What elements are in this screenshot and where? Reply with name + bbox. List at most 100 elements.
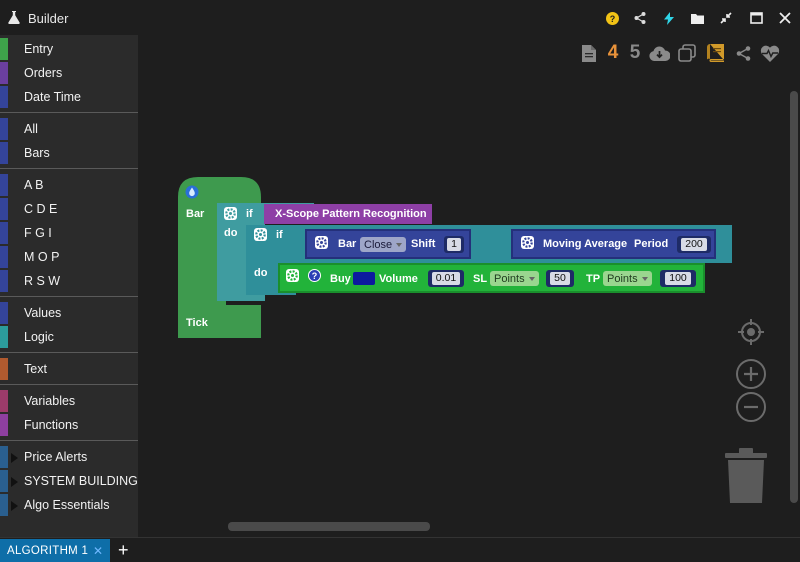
category-label: Algo Essentials xyxy=(24,498,110,512)
category-color-bar xyxy=(0,494,8,516)
close-tab-icon[interactable]: ✕ xyxy=(93,544,103,558)
block-workspace[interactable]: 4 5 Bar Tick if do X-Scope Pattern Recog… xyxy=(138,35,800,537)
category-f-g-i[interactable]: F G I xyxy=(0,221,138,245)
expand-arrow-icon[interactable] xyxy=(11,501,18,511)
color-swatch[interactable] xyxy=(353,272,375,285)
svg-text:?: ? xyxy=(312,271,318,281)
category-label: Date Time xyxy=(24,90,81,104)
period-input[interactable]: 200 xyxy=(677,236,711,253)
maximize-icon[interactable] xyxy=(748,10,764,26)
tp-input[interactable]: 100 xyxy=(660,270,696,287)
category-date-time[interactable]: Date Time xyxy=(0,85,138,109)
recenter-icon[interactable] xyxy=(737,318,765,346)
category-label: A B xyxy=(24,178,44,192)
category-divider xyxy=(0,112,138,113)
moving-average-block[interactable]: Moving Average Period 200 xyxy=(511,229,716,259)
gear-icon[interactable] xyxy=(315,236,328,249)
category-c-d-e[interactable]: C D E xyxy=(0,197,138,221)
buy-order-block[interactable]: ? Buy Volume 0.01 SL Points 50 TP Points… xyxy=(278,263,705,293)
help-icon[interactable]: ? xyxy=(308,269,321,282)
document-icon[interactable] xyxy=(581,43,597,63)
outer-do-label: do xyxy=(224,227,238,239)
bar-value-label: Bar xyxy=(338,238,357,250)
category-price-alerts[interactable]: Price Alerts xyxy=(0,445,138,469)
category-divider xyxy=(0,296,138,297)
category-color-bar xyxy=(0,326,8,348)
category-algo-essentials[interactable]: Algo Essentials xyxy=(0,493,138,517)
title-bar: Builder ? xyxy=(0,0,800,35)
category-label: All xyxy=(24,122,38,136)
category-divider xyxy=(0,168,138,169)
tab-algorithm-1[interactable]: ALGORITHM 1 ✕ xyxy=(0,539,110,562)
gear-icon[interactable] xyxy=(254,228,267,241)
horizontal-scrollbar[interactable] xyxy=(228,522,430,531)
category-label: R S W xyxy=(24,274,61,288)
download-cloud-icon[interactable] xyxy=(648,43,670,63)
heartbeat-icon[interactable] xyxy=(759,43,781,63)
zoom-in-icon[interactable] xyxy=(736,359,766,389)
category-logic[interactable]: Logic xyxy=(0,325,138,349)
category-system-building[interactable]: SYSTEM BUILDING xyxy=(0,469,138,493)
category-m-o-p[interactable]: M O P xyxy=(0,245,138,269)
redo-count[interactable]: 5 xyxy=(628,42,642,63)
category-values[interactable]: Values xyxy=(0,301,138,325)
category-entry[interactable]: Entry xyxy=(0,37,138,61)
price-field-dropdown[interactable]: Close xyxy=(360,237,407,252)
category-text[interactable]: Text xyxy=(0,357,138,381)
add-tab-button[interactable]: + xyxy=(118,540,129,560)
category-label: SYSTEM BUILDING xyxy=(24,474,138,488)
category-functions[interactable]: Functions xyxy=(0,413,138,437)
bar-value-block[interactable]: Bar Close Shift 1 xyxy=(305,229,471,259)
category-color-bar xyxy=(0,470,8,492)
gear-icon[interactable] xyxy=(286,269,299,282)
category-label: M O P xyxy=(24,250,60,264)
pattern-recognition-block[interactable]: X-Scope Pattern Recognition xyxy=(264,204,432,224)
copy-icon[interactable] xyxy=(677,43,697,63)
category-label: Logic xyxy=(24,330,54,344)
close-icon[interactable] xyxy=(777,10,793,26)
category-orders[interactable]: Orders xyxy=(0,61,138,85)
category-label: Bars xyxy=(24,146,50,160)
window-title: Builder xyxy=(28,11,69,26)
bolt-icon[interactable] xyxy=(661,10,677,26)
category-a-b[interactable]: A B xyxy=(0,173,138,197)
category-r-s-w[interactable]: R S W xyxy=(0,269,138,293)
collapse-icon[interactable] xyxy=(718,10,734,26)
book-icon[interactable] xyxy=(705,43,725,63)
category-label: F G I xyxy=(24,226,52,240)
category-color-bar xyxy=(0,142,8,164)
gear-icon[interactable] xyxy=(521,236,534,249)
tp-unit-dropdown[interactable]: Points xyxy=(603,271,652,286)
trash-icon[interactable] xyxy=(723,447,769,503)
category-variables[interactable]: Variables xyxy=(0,389,138,413)
category-color-bar xyxy=(0,222,8,244)
category-divider xyxy=(0,440,138,441)
gear-icon[interactable] xyxy=(224,207,237,220)
category-color-bar xyxy=(0,86,8,108)
outer-if-label: if xyxy=(246,208,253,220)
share-icon[interactable] xyxy=(734,43,752,63)
entry-drop-icon xyxy=(185,185,199,199)
moving-average-label: Moving Average xyxy=(543,238,628,250)
expand-arrow-icon[interactable] xyxy=(11,453,18,463)
sl-unit-dropdown[interactable]: Points xyxy=(490,271,539,286)
sl-input[interactable]: 50 xyxy=(546,270,574,287)
entry-bar-label: Bar xyxy=(186,208,205,220)
shift-input[interactable]: 1 xyxy=(444,236,464,253)
sl-label: SL xyxy=(473,273,488,285)
period-label: Period xyxy=(634,238,669,250)
category-color-bar xyxy=(0,446,8,468)
expand-arrow-icon[interactable] xyxy=(11,477,18,487)
category-all[interactable]: All xyxy=(0,117,138,141)
category-bars[interactable]: Bars xyxy=(0,141,138,165)
zoom-out-icon[interactable] xyxy=(736,392,766,422)
category-color-bar xyxy=(0,390,8,412)
share-icon[interactable] xyxy=(632,10,648,26)
vertical-scrollbar[interactable] xyxy=(790,91,798,503)
undo-count[interactable]: 4 xyxy=(606,42,620,63)
category-label: Orders xyxy=(24,66,63,80)
pattern-recognition-label: X-Scope Pattern Recognition xyxy=(275,208,427,220)
help-icon[interactable]: ? xyxy=(604,10,620,26)
volume-input[interactable]: 0.01 xyxy=(428,270,464,287)
folder-icon[interactable] xyxy=(689,10,705,26)
